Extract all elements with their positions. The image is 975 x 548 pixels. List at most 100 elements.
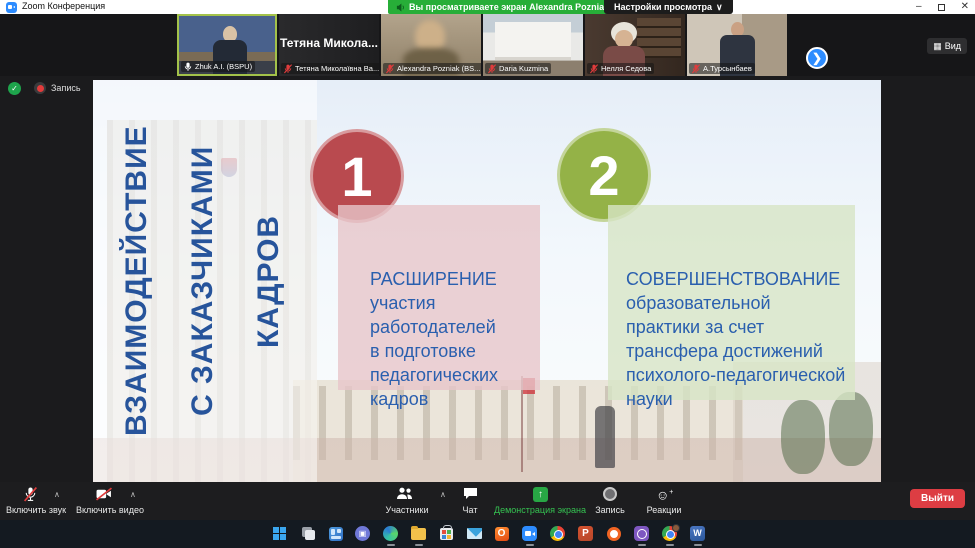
windows-logo-icon (272, 526, 287, 541)
file-explorer-button[interactable] (410, 525, 427, 542)
recording-dot-icon[interactable] (34, 82, 46, 94)
record-button[interactable] (603, 487, 617, 501)
participant-thumbnail[interactable]: Тетяна Микола... Тетяна Миколаївна Ва... (279, 14, 379, 76)
participant-name: Daria Kuzmina (499, 64, 549, 73)
reactions-label[interactable]: Реакции (640, 505, 688, 515)
running-indicator (415, 544, 423, 546)
edge-browser-button[interactable] (382, 525, 399, 542)
start-video-label[interactable]: Включить видео (72, 505, 148, 515)
running-indicator (694, 544, 702, 546)
window-controls: – ✕ (916, 0, 969, 14)
smiley-icon: ☺ (656, 487, 670, 503)
powerpoint-button[interactable]: P (577, 525, 594, 542)
view-settings-dropdown[interactable]: Настройки просмотра ∨ (604, 0, 733, 14)
slide-item-title: РАСШИРЕНИЕ (370, 269, 497, 289)
office-button[interactable]: O (493, 525, 510, 542)
word-icon: W (690, 526, 705, 541)
restore-button[interactable] (937, 3, 945, 11)
security-shield-icon[interactable]: ✓ (8, 82, 21, 95)
minimize-button[interactable]: – (916, 0, 922, 14)
next-page-arrow-button[interactable]: ❯ (806, 47, 828, 69)
participant-name: Alexandra Pozniak (BS... (397, 64, 481, 73)
powerpoint-icon: P (578, 526, 593, 541)
widgets-button[interactable] (327, 525, 344, 542)
chat-button[interactable] (463, 487, 478, 505)
participants-options-chevron[interactable]: ∧ (440, 490, 446, 499)
participant-thumbnail[interactable]: Alexandra Pozniak (BS... (381, 14, 481, 76)
recording-indicator: Запись (34, 82, 81, 94)
title-bar: Zoom Конференция Вы просматриваете экран… (0, 0, 975, 14)
orange-app-icon (606, 526, 621, 541)
participants-button[interactable] (396, 487, 413, 505)
mic-muted-icon (590, 63, 598, 73)
chrome-profile-button[interactable] (661, 524, 680, 542)
leave-meeting-button[interactable]: Выйти (910, 489, 965, 508)
viber-button[interactable] (633, 525, 650, 542)
next-arrow-icon: ❯ (811, 51, 823, 65)
camera-muted-icon (96, 487, 112, 501)
widgets-icon (328, 526, 343, 541)
reactions-button[interactable]: ☺+ (656, 486, 673, 502)
task-view-icon (302, 527, 315, 540)
participant-thumbnail[interactable]: Zhuk A.I. (BSPU) (177, 14, 277, 76)
edge-icon (383, 526, 398, 541)
participant-thumbnail[interactable]: Daria Kuzmina (483, 14, 583, 76)
plus-icon: + (669, 489, 674, 496)
profile-avatar (672, 524, 680, 532)
zoom-app-button[interactable] (521, 525, 538, 542)
participant-name: А.Турсынбаев (703, 64, 752, 73)
chrome-button[interactable] (549, 525, 566, 542)
slide-vertical-title: ВЗАИМОДЕЙСТВИЕ С ЗАКАЗЧИКАМИ КАДРОВ (120, 125, 285, 437)
task-view-button[interactable] (300, 525, 317, 542)
participant-name: Zhuk A.I. (BSPU) (195, 62, 253, 71)
view-button[interactable]: ▦ Вид (927, 38, 967, 54)
chrome-icon (550, 526, 565, 541)
mail-button[interactable] (466, 525, 483, 542)
statue-silhouette (595, 406, 615, 468)
participant-name: Нелля Седова (601, 64, 652, 73)
unmute-label[interactable]: Включить звук (2, 505, 70, 515)
record-icon (603, 487, 617, 501)
teams-chat-button[interactable]: ▣ (354, 525, 371, 542)
participant-thumbnail[interactable]: А.Турсынбаев (687, 14, 787, 76)
shared-screen-slide: ВЗАИМОДЕЙСТВИЕ С ЗАКАЗЧИКАМИ КАДРОВ 1 РА… (93, 80, 881, 482)
close-button[interactable]: ✕ (961, 0, 969, 14)
speaker-icon (396, 2, 404, 12)
slide-item-body: участия работодателей в подготовке педаг… (370, 293, 498, 409)
running-indicator (666, 544, 674, 546)
mic-muted-icon (284, 63, 292, 73)
folder-icon (411, 525, 426, 540)
grid-icon: ▦ (933, 40, 942, 51)
mail-icon (467, 528, 482, 539)
word-button[interactable]: W (689, 525, 706, 542)
slide-text-panel-1: РАСШИРЕНИЕ участия работодателей в подгот… (338, 205, 540, 409)
up-arrow-icon: ↑ (538, 489, 543, 500)
audio-options-chevron[interactable]: ∧ (54, 490, 60, 499)
meeting-toolbar: ∧ Включить звук ∧ Включить видео 327 ∧ У… (0, 482, 975, 520)
mic-muted-icon (23, 486, 38, 502)
mic-muted-icon (386, 63, 394, 73)
unmute-button[interactable] (23, 486, 38, 507)
record-label[interactable]: Запись (588, 505, 632, 515)
orange-app-button[interactable] (605, 525, 622, 542)
share-screen-label[interactable]: Демонстрация экрана (490, 505, 590, 515)
viber-icon (634, 526, 649, 541)
video-options-chevron[interactable]: ∧ (130, 490, 136, 499)
mic-on-icon (184, 62, 192, 71)
participants-label[interactable]: Участники (374, 505, 440, 515)
store-icon (440, 524, 453, 540)
share-screen-button[interactable]: ↑ (533, 487, 548, 502)
window-title: Zoom Конференция (22, 1, 106, 11)
ms-store-button[interactable] (438, 524, 455, 542)
mic-muted-icon (692, 63, 700, 73)
office-icon: O (494, 526, 509, 541)
participant-strip: Zhuk A.I. (BSPU) Тетяна Микола... Тетяна… (0, 14, 975, 76)
participant-thumbnail[interactable]: Нелля Седова (585, 14, 685, 76)
running-indicator (387, 544, 395, 546)
start-video-button[interactable] (96, 487, 112, 506)
participants-icon (397, 487, 412, 499)
tree (781, 400, 825, 474)
chat-label[interactable]: Чат (448, 505, 492, 515)
participant-name: Тетяна Миколаївна Ва... (295, 64, 379, 73)
start-button[interactable] (271, 525, 288, 542)
